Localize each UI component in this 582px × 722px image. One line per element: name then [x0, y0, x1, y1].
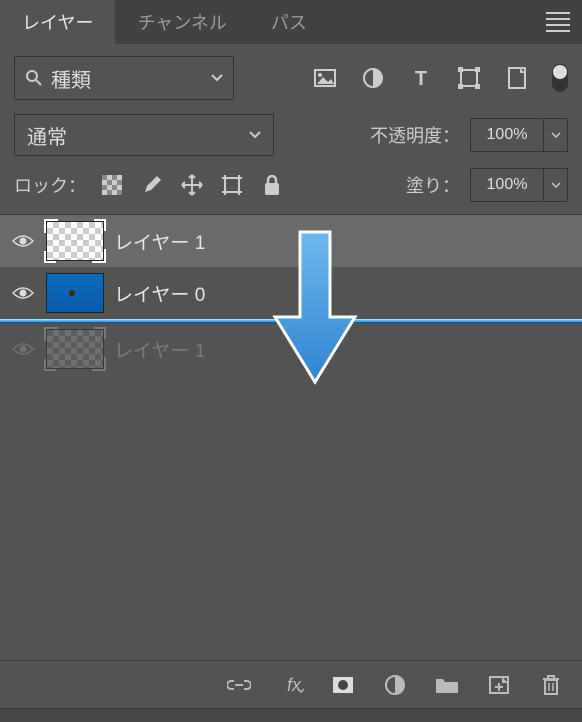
- filter-adjustment-icon[interactable]: [360, 65, 386, 91]
- tab-layers-label: レイヤー: [22, 9, 93, 35]
- panel-menu-button[interactable]: [546, 12, 570, 32]
- lock-row: ロック： 塗り： 100%: [0, 162, 582, 214]
- lock-artboard-icon[interactable]: [220, 173, 244, 197]
- filter-type-label: 種類: [51, 64, 203, 93]
- filter-shape-icon[interactable]: [456, 65, 482, 91]
- layer-thumbnail[interactable]: [46, 221, 104, 261]
- visibility-toggle[interactable]: [10, 341, 36, 357]
- svg-text:T: T: [415, 68, 427, 88]
- blend-row: 通常 不透明度： 100%: [0, 108, 582, 162]
- adjustment-layer-icon[interactable]: [382, 672, 408, 698]
- lock-position-icon[interactable]: [180, 173, 204, 197]
- opacity-chevron[interactable]: [544, 118, 568, 152]
- blend-mode-select[interactable]: 通常: [14, 114, 274, 156]
- new-layer-icon[interactable]: [486, 672, 512, 698]
- filter-pixel-icon[interactable]: [312, 65, 338, 91]
- lock-icons: [100, 173, 284, 197]
- layer-thumbnail[interactable]: [46, 329, 104, 369]
- delete-layer-icon[interactable]: [538, 672, 564, 698]
- fill-label: 塗り：: [406, 172, 460, 198]
- layer-name[interactable]: レイヤー 0: [114, 280, 205, 307]
- lock-label: ロック：: [14, 172, 86, 198]
- filter-smartobject-icon[interactable]: [504, 65, 530, 91]
- lock-transparency-icon[interactable]: [100, 173, 124, 197]
- new-group-icon[interactable]: [434, 672, 460, 698]
- filter-row: 種類 T: [0, 44, 582, 108]
- tab-paths-label: パス: [271, 9, 307, 35]
- layer-list: レイヤー 1 レイヤー 0 レイヤー 1: [0, 214, 582, 660]
- filter-toggle[interactable]: [552, 64, 568, 92]
- layer-row-dragging[interactable]: レイヤー 1: [0, 323, 582, 375]
- layer-row[interactable]: レイヤー 1: [0, 215, 582, 267]
- opacity-label: 不透明度：: [370, 122, 460, 148]
- chevron-down-icon: [249, 131, 261, 139]
- panel-tabbar: レイヤー チャンネル パス: [0, 0, 582, 44]
- layer-name[interactable]: レイヤー 1: [114, 228, 205, 255]
- visibility-toggle[interactable]: [10, 285, 36, 301]
- layer-thumbnail[interactable]: [46, 273, 104, 313]
- layer-mask-icon[interactable]: [330, 672, 356, 698]
- fill-chevron[interactable]: [544, 168, 568, 202]
- filter-icons: T: [312, 64, 568, 92]
- tab-paths[interactable]: パス: [249, 0, 329, 44]
- blend-mode-label: 通常: [27, 121, 67, 150]
- tab-layers[interactable]: レイヤー: [0, 0, 115, 44]
- fill-group: 塗り： 100%: [406, 168, 568, 202]
- visibility-toggle[interactable]: [10, 233, 36, 249]
- status-strip: [0, 708, 582, 722]
- search-icon: [25, 69, 43, 87]
- opacity-input[interactable]: 100%: [470, 118, 544, 152]
- layer-name[interactable]: レイヤー 1: [114, 336, 205, 363]
- tab-channels-label: チャンネル: [137, 9, 226, 35]
- layer-row[interactable]: レイヤー 0: [0, 267, 582, 319]
- chevron-down-icon: [211, 74, 223, 82]
- layers-bottombar: fx: [0, 660, 582, 708]
- layer-style-icon[interactable]: fx: [278, 672, 304, 698]
- filter-type-select[interactable]: 種類: [14, 56, 234, 100]
- link-layers-icon[interactable]: [226, 672, 252, 698]
- layers-panel: レイヤー チャンネル パス 種類 T: [0, 0, 582, 722]
- filter-type-icon[interactable]: T: [408, 65, 434, 91]
- fill-input[interactable]: 100%: [470, 168, 544, 202]
- svg-text:fx: fx: [287, 675, 302, 695]
- lock-pixels-icon[interactable]: [140, 173, 164, 197]
- lock-all-icon[interactable]: [260, 173, 284, 197]
- tab-channels[interactable]: チャンネル: [115, 0, 248, 44]
